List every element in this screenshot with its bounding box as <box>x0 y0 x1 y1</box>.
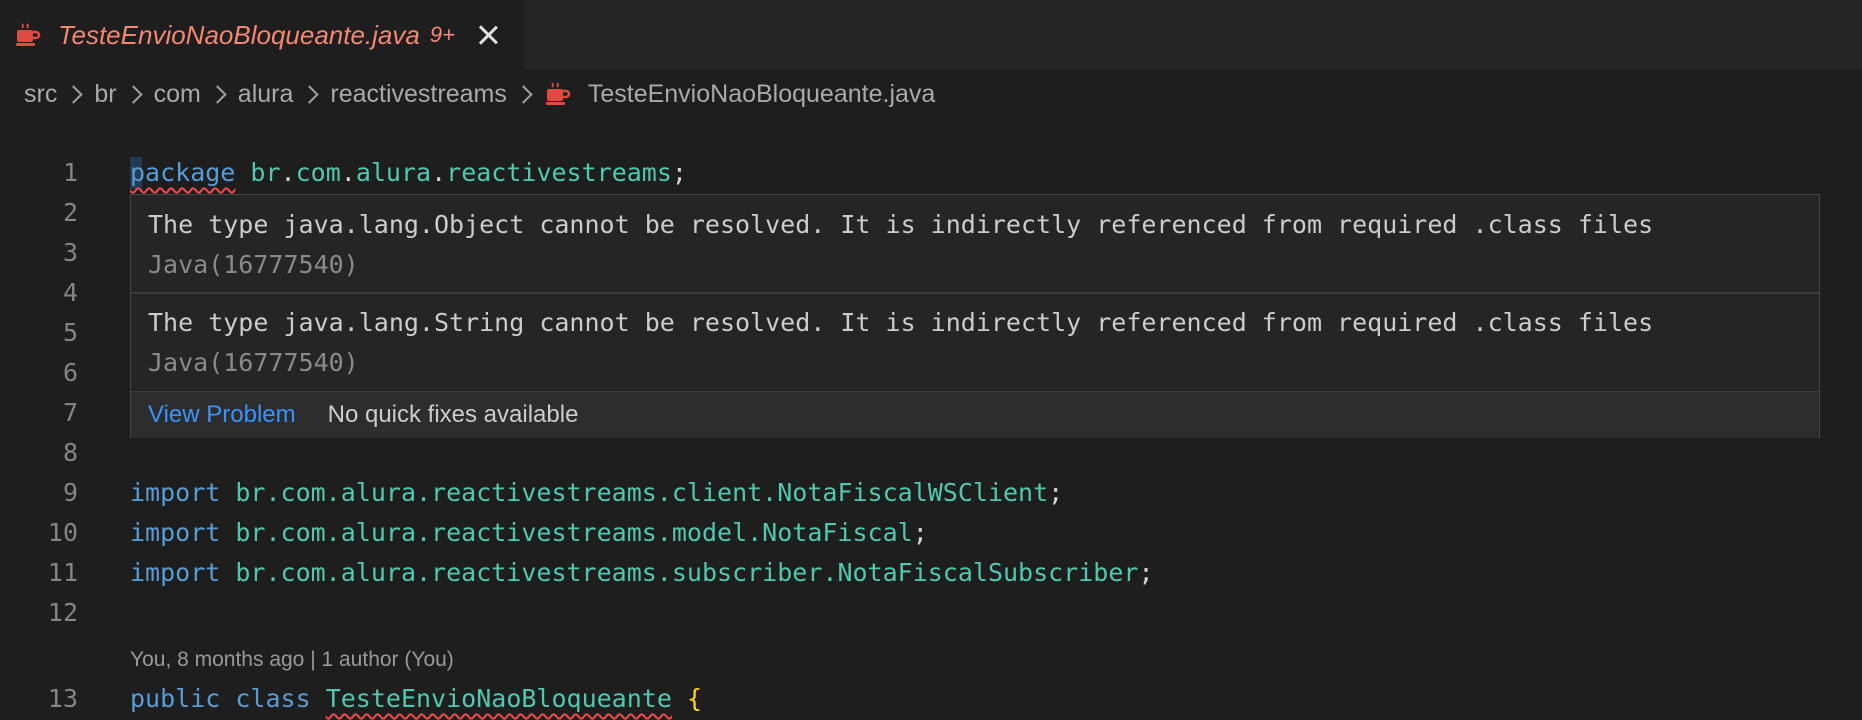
problem-source: Java(16777540) <box>148 348 359 377</box>
line-number: 8 <box>62 438 78 467</box>
chevron-right-icon <box>64 84 84 104</box>
line-number: 12 <box>47 598 78 627</box>
package-part: com <box>295 158 341 187</box>
breadcrumb-item-com[interactable]: com <box>154 80 201 109</box>
code-line[interactable]: 11 import br.com.alura.reactivestreams.s… <box>0 553 1862 593</box>
problem-message: The type java.lang.String cannot be reso… <box>148 303 1768 383</box>
code-text: import br.com.alura.reactivestreams.subs… <box>130 558 1154 587</box>
line-number: 9 <box>62 478 78 507</box>
line-number: 3 <box>62 238 78 267</box>
import-class: NotaFiscalWSClient <box>777 478 1049 507</box>
keyword-package: package <box>130 158 236 187</box>
package-part: alura <box>355 158 432 187</box>
java-file-icon <box>16 23 41 46</box>
keyword-public: public <box>130 684 221 713</box>
keyword-import: import <box>130 478 221 507</box>
open-brace: { <box>686 684 703 713</box>
code-line[interactable]: 13 public class TesteEnvioNaoBloqueante … <box>0 679 1862 719</box>
breadcrumb-item-br[interactable]: br <box>94 80 116 109</box>
problems-badge: 9+ <box>429 22 455 47</box>
problem-text: The type java.lang.Object cannot be reso… <box>148 210 1654 239</box>
keyword-class: class <box>235 684 311 713</box>
chevron-right-icon <box>123 84 143 104</box>
keyword-import: import <box>130 558 221 587</box>
line-number: 4 <box>62 278 78 307</box>
code-text: import br.com.alura.reactivestreams.clie… <box>130 478 1064 507</box>
breadcrumb-item-src[interactable]: src <box>24 80 57 109</box>
package-part: br <box>250 158 281 187</box>
import-class: NotaFiscal <box>762 518 913 547</box>
line-number: 6 <box>62 358 78 387</box>
breadcrumb-item-reactivestreams[interactable]: reactivestreams <box>330 80 506 109</box>
problem-text: The type java.lang.String cannot be reso… <box>148 308 1654 337</box>
problem-hover-popup: The type java.lang.Object cannot be reso… <box>130 194 1820 438</box>
import-class: NotaFiscalSubscriber <box>837 558 1139 587</box>
problem-message: The type java.lang.Object cannot be reso… <box>148 205 1768 285</box>
breadcrumb: src br com alura reactivestreams TesteEn… <box>24 72 935 116</box>
line-number: 1 <box>62 158 78 187</box>
chevron-right-icon <box>514 84 533 104</box>
chevron-right-icon <box>300 84 320 104</box>
hover-status-bar: View Problem No quick fixes available <box>131 391 1819 438</box>
code-line[interactable]: 8 <box>0 433 1862 473</box>
keyword-import: import <box>130 518 221 547</box>
code-text: package br.com.alura.reactivestreams; <box>130 158 687 187</box>
package-part: reactivestreams <box>446 158 672 187</box>
breadcrumb-item-file[interactable]: TesteEnvioNaoBloqueante.java <box>588 80 935 109</box>
code-line[interactable]: 1 package br.com.alura.reactivestreams; <box>0 153 1862 193</box>
line-number: 7 <box>62 398 78 427</box>
java-file-icon <box>545 82 571 105</box>
line-number: 2 <box>62 198 78 227</box>
code-line[interactable]: 10 import br.com.alura.reactivestreams.m… <box>0 513 1862 553</box>
line-number: 10 <box>47 518 78 547</box>
import-package: br.com.alura.reactivestreams.subscriber. <box>235 558 838 587</box>
class-name: TesteEnvioNaoBloqueante <box>325 684 672 713</box>
code-text: import br.com.alura.reactivestreams.mode… <box>130 518 928 547</box>
chevron-right-icon <box>208 84 227 104</box>
code-line[interactable]: 12 <box>0 593 1862 633</box>
problem-source: Java(16777540) <box>148 250 359 279</box>
no-quick-fixes-label: No quick fixes available <box>327 401 579 428</box>
code-line[interactable]: 9 import br.com.alura.reactivestreams.cl… <box>0 473 1862 513</box>
git-blame-codelens[interactable]: You, 8 months ago | 1 author (You) <box>130 642 454 678</box>
hover-divider <box>131 292 1819 294</box>
line-number: 13 <box>47 684 78 713</box>
tab-bar: TesteEnvioNaoBloqueante.java 9+ <box>0 0 1862 70</box>
import-package: br.com.alura.reactivestreams.model. <box>235 518 763 547</box>
line-number: 5 <box>62 318 78 347</box>
close-icon[interactable] <box>475 22 501 48</box>
import-package: br.com.alura.reactivestreams.client. <box>235 478 778 507</box>
editor-tab-active[interactable]: TesteEnvioNaoBloqueante.java 9+ <box>0 0 524 70</box>
view-problem-link[interactable]: View Problem <box>148 401 296 429</box>
line-number: 11 <box>47 558 78 587</box>
breadcrumb-item-alura[interactable]: alura <box>238 80 294 109</box>
code-text: public class TesteEnvioNaoBloqueante { <box>130 679 702 719</box>
tab-title: TesteEnvioNaoBloqueante.java <box>58 19 420 50</box>
